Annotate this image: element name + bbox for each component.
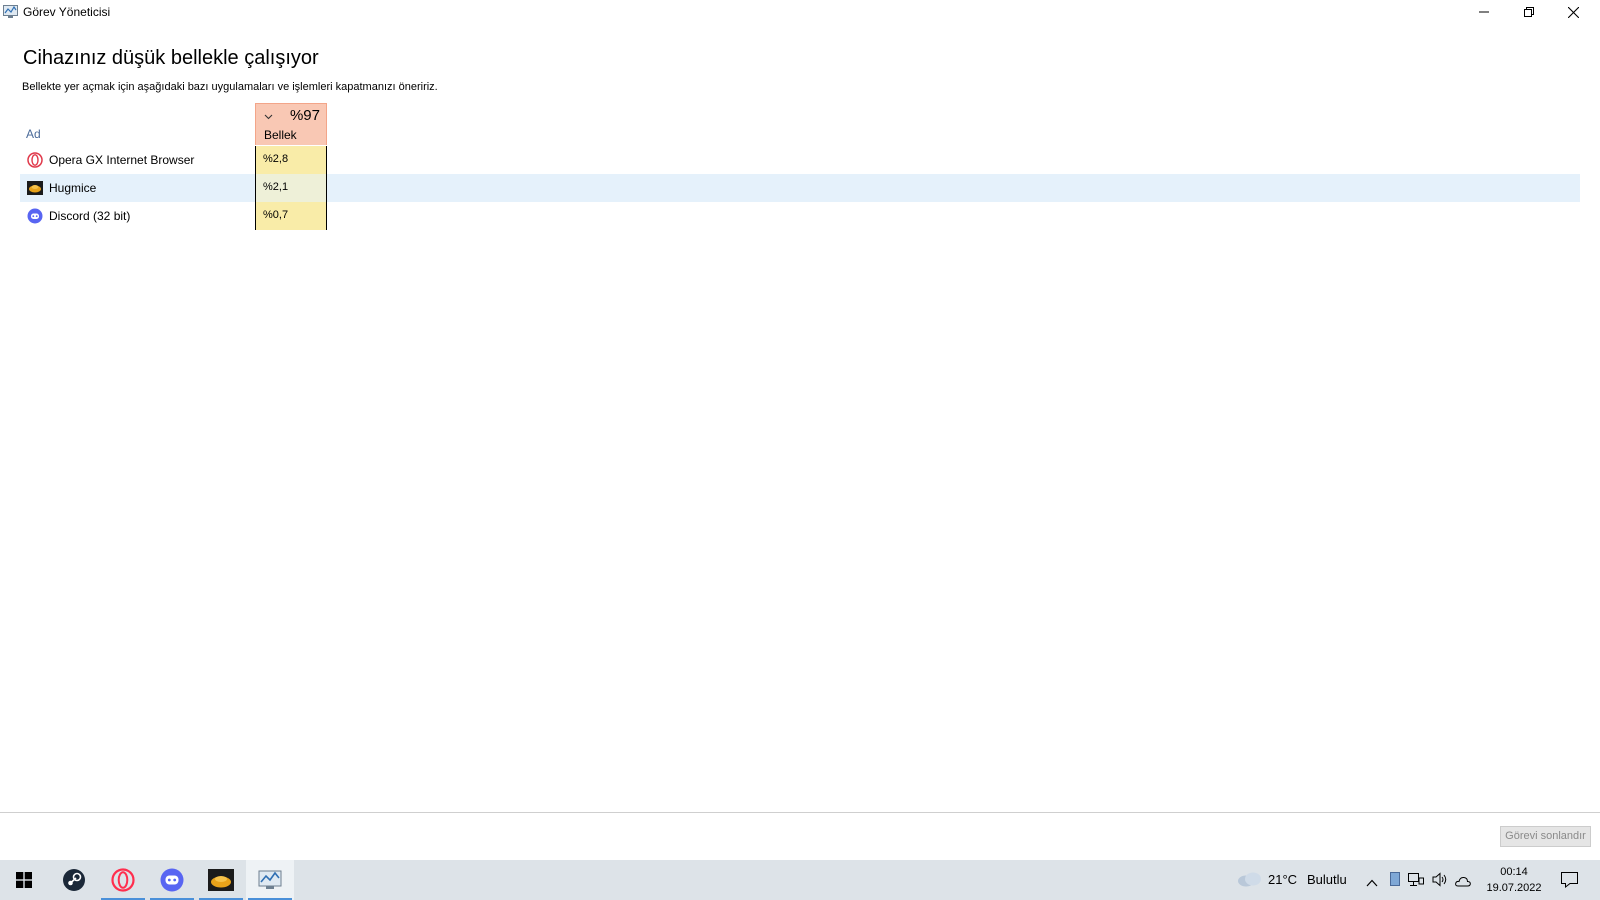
clock-date: 19.07.2022 [1486,882,1542,894]
task-manager-icon [3,5,18,18]
title-bar: Görev Yöneticisi [0,0,1600,24]
close-button[interactable] [1551,0,1596,24]
chevron-down-icon [264,107,273,125]
discord-icon [160,868,184,892]
memory-header-label: Bellek [264,128,297,142]
end-task-button[interactable]: Görevi sonlandır [1500,826,1591,847]
column-header-memory[interactable]: %97 Bellek [255,103,327,145]
weather-description[interactable]: Bulutlu [1307,872,1347,887]
process-name: Opera GX Internet Browser [49,153,195,167]
task-manager-icon [258,870,282,889]
table-row[interactable]: Opera GX Internet Browser [20,146,1580,174]
memory-cell: %0,7 [255,202,327,230]
taskbar-task-manager[interactable] [246,860,294,900]
clock[interactable]: 00:14 19.07.2022 [1482,864,1546,896]
opera-icon [111,868,135,892]
clock-time: 00:14 [1500,866,1528,878]
discord-icon [27,208,43,224]
taskbar: 21°C Bulutlu 00:14 19.07.2022 [0,860,1600,900]
chevron-up-icon[interactable] [1366,874,1378,892]
memory-cell: %2,8 [255,146,327,174]
memory-value: %0,7 [263,209,289,221]
taskbar-opera[interactable] [99,860,147,900]
cloud-icon [1237,871,1263,892]
notification-icon[interactable] [1561,872,1578,893]
taskbar-steam[interactable] [50,860,98,900]
hugmice-icon [27,180,43,196]
memory-cell: %2,1 [255,174,327,202]
minimize-icon [1478,11,1489,13]
volume-icon[interactable] [1432,872,1448,892]
process-name: Hugmice [49,181,97,195]
restore-button[interactable] [1506,0,1551,24]
taskbar-discord[interactable] [148,860,196,900]
memory-value: %2,8 [263,153,289,165]
hugmice-icon [208,869,234,891]
start-icon [16,872,32,888]
process-name: Discord (32 bit) [49,209,131,223]
memory-value: %2,1 [263,181,289,193]
table-row[interactable]: Hugmice [20,174,1580,202]
opera-icon [27,152,43,168]
network-icon[interactable] [1408,873,1424,892]
page-title: Cihazınız düşük bellekle çalışıyor [23,47,319,69]
taskbar-hugmice[interactable] [197,860,245,900]
column-header-name[interactable]: Ad [26,127,41,141]
memory-total-percent: %97 [289,107,320,124]
steam-icon [63,869,85,891]
minimize-button[interactable] [1461,0,1506,24]
window-title: Görev Yöneticisi [23,5,111,19]
start-button[interactable] [0,860,48,900]
restore-icon [1523,7,1534,17]
weather-temperature[interactable]: 21°C [1268,872,1297,887]
close-icon [1568,6,1579,18]
footer-divider [0,812,1600,813]
table-row[interactable]: Discord (32 bit) [20,202,1580,230]
page-subtitle: Bellekte yer açmak için aşağıdaki bazı u… [22,81,438,93]
onedrive-icon[interactable] [1455,874,1471,892]
tray-app-icon[interactable] [1390,872,1400,891]
